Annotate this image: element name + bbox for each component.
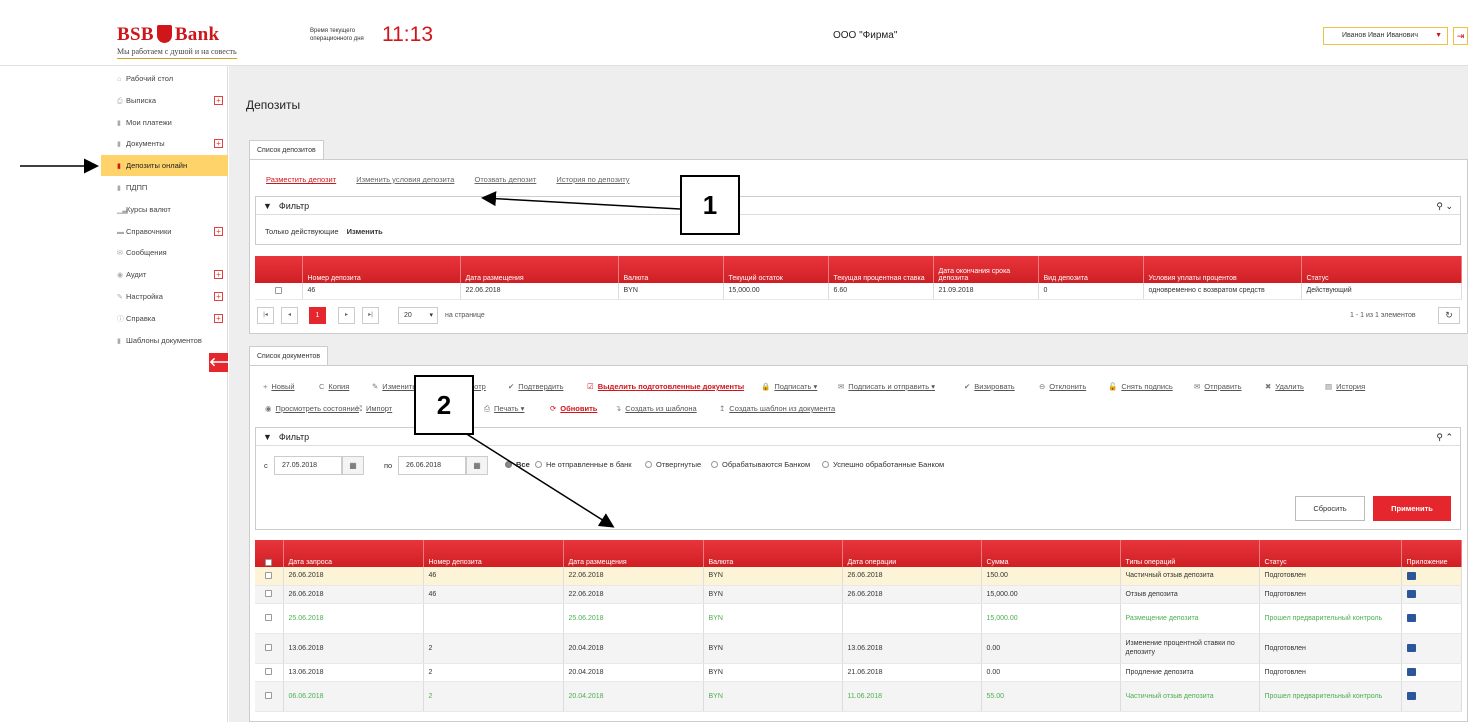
arrow-2 [464, 432, 615, 528]
callout-1: 1 [680, 175, 740, 235]
callout-2: 2 [414, 375, 474, 435]
arrow-1 [481, 191, 681, 210]
annotation-arrows [20, 158, 681, 528]
